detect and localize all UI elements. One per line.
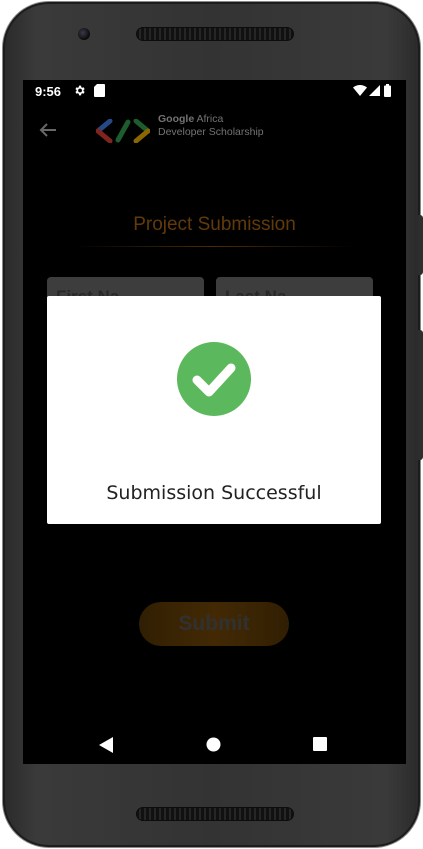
recents-square-icon[interactable] [313, 737, 327, 751]
phone-frame: 9:56 Google Africa Developer Scholarship… [3, 2, 420, 847]
status-bar: 9:56 [23, 80, 406, 104]
power-button [418, 330, 423, 460]
home-circle-icon[interactable] [206, 737, 221, 752]
sd-card-icon [94, 84, 105, 97]
signal-icon [369, 85, 380, 96]
bottom-speaker [136, 807, 294, 821]
volume-button [418, 215, 423, 275]
dialog-message: Submission Successful [106, 482, 322, 504]
front-camera [78, 28, 90, 40]
device-screen: 9:56 Google Africa Developer Scholarship… [23, 80, 406, 764]
navigation-bar [23, 724, 406, 764]
wifi-icon [353, 85, 367, 96]
success-dialog: Submission Successful [47, 296, 381, 524]
status-time: 9:56 [35, 84, 62, 99]
gear-icon [75, 85, 85, 96]
top-speaker [136, 27, 294, 41]
battery-icon [384, 84, 391, 97]
back-triangle-icon[interactable] [99, 737, 113, 753]
check-circle-icon [177, 342, 251, 416]
